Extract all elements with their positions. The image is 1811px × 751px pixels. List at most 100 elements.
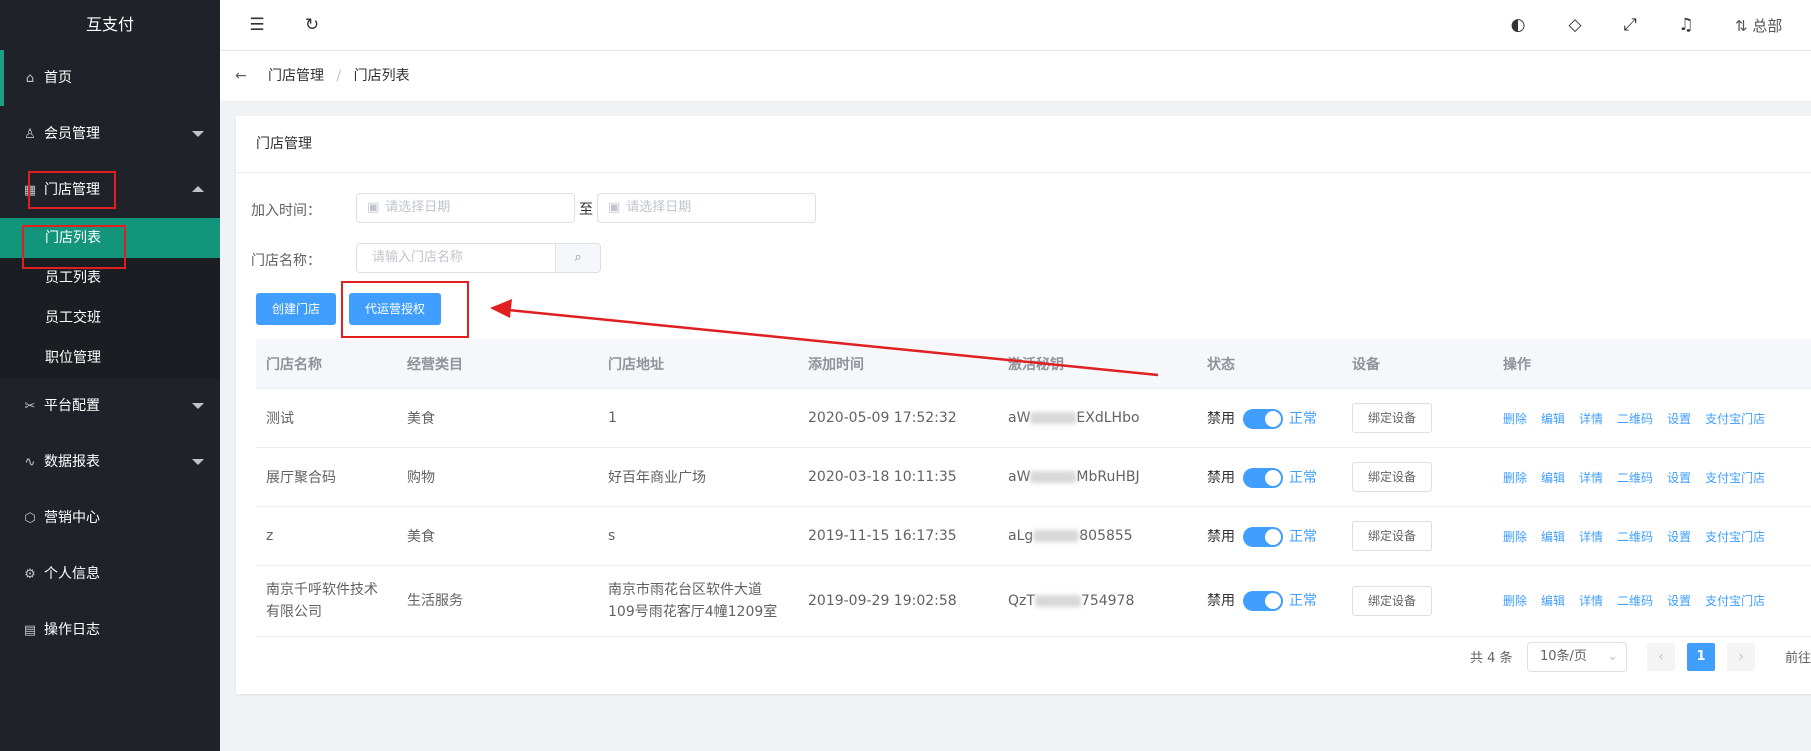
action-link[interactable]: 编辑 — [1541, 594, 1565, 608]
end-date-input[interactable]: ▣ 请选择日期 — [597, 193, 816, 223]
sidebar-item-label: 操作日志 — [44, 622, 100, 638]
store-management-card: 门店管理 加入时间： ▣ 请选择日期 至 ▣ 请选择日期 门店名称： 请输入门店名称… — [236, 116, 1811, 694]
action-link[interactable]: 删除 — [1503, 412, 1527, 426]
col-add-time: 添加时间 — [798, 339, 998, 389]
sidebar-item-label: 首页 — [44, 70, 72, 86]
tag-icon[interactable]: ◇ — [1565, 15, 1585, 35]
search-button[interactable]: ⌕ — [555, 243, 601, 273]
sidebar-item-members[interactable]: ♙ 会员管理 — [0, 106, 220, 162]
bell-icon[interactable]: ♫ — [1676, 15, 1696, 35]
cell-actions: 删除 编辑 详情 二维码 设置 支付宝门店 — [1493, 506, 1811, 566]
cell-add-time: 2019-09-29 19:02:58 — [798, 565, 998, 637]
action-link[interactable]: 二维码 — [1617, 594, 1653, 608]
cell-store-name: 展厅聚合码 — [256, 447, 397, 507]
sidebar-item-label: 平台配置 — [44, 398, 100, 414]
fullscreen-icon[interactable]: ⤢ — [1620, 15, 1640, 35]
store-name-label: 门店名称： — [251, 253, 321, 269]
page-1-button[interactable]: 1 — [1687, 643, 1715, 671]
action-link[interactable]: 设置 — [1667, 594, 1691, 608]
action-link[interactable]: 二维码 — [1617, 471, 1653, 485]
action-link[interactable]: 编辑 — [1541, 471, 1565, 485]
join-time-label: 加入时间： — [251, 203, 321, 219]
bind-device-button[interactable]: 绑定设备 — [1352, 521, 1433, 551]
start-date-input[interactable]: ▣ 请选择日期 — [356, 193, 575, 223]
breadcrumb-current: 门店列表 — [353, 68, 410, 84]
redacted-key — [1033, 530, 1080, 542]
cell-activation-key: QzT 754978 — [998, 565, 1197, 637]
action-link[interactable]: 支付宝门店 — [1705, 412, 1765, 426]
bind-device-button[interactable]: 绑定设备 — [1352, 462, 1433, 492]
action-link[interactable]: 支付宝门店 — [1705, 594, 1765, 608]
next-page-button[interactable]: › — [1727, 643, 1755, 671]
sidebar-item-marketing[interactable]: ⬡ 营销中心 — [0, 490, 220, 546]
action-link[interactable]: 编辑 — [1541, 530, 1565, 544]
sidebar-item-platform[interactable]: ✂ 平台配置 — [0, 378, 220, 434]
cell-category: 购物 — [397, 447, 598, 507]
refresh-icon[interactable]: ↻ — [302, 15, 322, 35]
store-name-input[interactable]: 请输入门店名称 — [356, 243, 556, 273]
highlight-box-store-menu — [28, 171, 116, 209]
user-menu[interactable]: ⇅ 总部 — [1735, 15, 1782, 36]
cell-store-name: 南京千呼软件技术有限公司 — [256, 565, 397, 637]
redacted-key — [1034, 595, 1081, 607]
sidebar-item-label: 营销中心 — [44, 510, 100, 526]
gear-icon: ⚙ — [24, 567, 36, 582]
action-link[interactable]: 详情 — [1579, 471, 1603, 485]
cell-address: 南京市雨花台区软件大道109号雨花客厅4幢1209室 — [598, 565, 798, 637]
prev-page-button[interactable]: ‹ — [1647, 643, 1675, 671]
home-icon: ⌂ — [25, 71, 35, 86]
action-link[interactable]: 支付宝门店 — [1705, 530, 1765, 544]
bind-device-button[interactable]: 绑定设备 — [1352, 403, 1433, 433]
bind-device-button[interactable]: 绑定设备 — [1352, 586, 1433, 616]
action-link[interactable]: 删除 — [1503, 594, 1527, 608]
create-store-button[interactable]: 创建门店 — [256, 293, 336, 325]
col-store-name: 门店名称 — [256, 339, 397, 389]
goto-label: 前往 — [1785, 651, 1811, 666]
page-size-select[interactable]: 10条/页 ⌄ — [1527, 642, 1627, 672]
action-link[interactable]: 二维码 — [1617, 412, 1653, 426]
action-link[interactable]: 编辑 — [1541, 412, 1565, 426]
sidebar-item-logs[interactable]: ▤ 操作日志 — [0, 602, 220, 658]
col-address: 门店地址 — [598, 339, 798, 389]
action-link[interactable]: 删除 — [1503, 471, 1527, 485]
cell-actions: 删除 编辑 详情 二维码 设置 支付宝门店 — [1493, 447, 1811, 507]
table-row: 展厅聚合码 购物 好百年商业广场 2020-03-18 10:11:35 aW MbRuH… — [256, 447, 1811, 507]
status-toggle[interactable] — [1243, 467, 1283, 488]
highlight-box-store-list — [22, 225, 126, 269]
redacted-key — [1030, 471, 1077, 483]
action-link[interactable]: 删除 — [1503, 530, 1527, 544]
sidebar: 互支付 ⌂ 首页 ♙ 会员管理 ▦ 门店管理 门店列表 员工列表 员工交班 职位管理 … — [0, 0, 220, 751]
sidebar-item-profile[interactable]: ⚙ 个人信息 — [0, 546, 220, 602]
table-row: 测试 美食 1 2020-05-09 17:52:32 aW EXdLHbo 禁用 正常 绑定设… — [256, 388, 1811, 448]
status-toggle[interactable] — [1243, 591, 1283, 611]
action-link[interactable]: 支付宝门店 — [1705, 471, 1765, 485]
store-table: 门店名称 经营类目 门店地址 添加时间 激活秘钥 状态 设备 操作 测试 美食 1 2… — [256, 339, 1811, 637]
cell-activation-key: aW EXdLHbo — [998, 388, 1197, 448]
action-link[interactable]: 设置 — [1667, 530, 1691, 544]
sidebar-subitem-positions[interactable]: 职位管理 — [0, 338, 220, 378]
sidebar-item-home[interactable]: ⌂ 首页 — [0, 50, 220, 106]
chart-icon: ∿ — [24, 455, 36, 470]
redacted-key — [1030, 412, 1077, 424]
back-arrow-icon[interactable]: ← — [235, 51, 247, 101]
table-row: 南京千呼软件技术有限公司 生活服务 南京市雨花台区软件大道109号雨花客厅4幢120… — [256, 565, 1811, 637]
action-link[interactable]: 详情 — [1579, 594, 1603, 608]
user-name: 总部 — [1752, 17, 1783, 35]
palette-icon[interactable]: ◐ — [1508, 15, 1528, 35]
action-link[interactable]: 详情 — [1579, 412, 1603, 426]
action-link[interactable]: 详情 — [1579, 530, 1603, 544]
status-toggle[interactable] — [1243, 526, 1283, 547]
sidebar-subitem-shift[interactable]: 员工交班 — [0, 298, 220, 338]
menu-fold-icon[interactable]: ☰ — [247, 15, 267, 35]
sidebar-item-reports[interactable]: ∿ 数据报表 — [0, 434, 220, 490]
config-icon: ✂ — [24, 399, 36, 414]
cell-store-name: 测试 — [256, 388, 397, 448]
action-link[interactable]: 设置 — [1667, 412, 1691, 426]
breadcrumb-parent[interactable]: 门店管理 — [268, 68, 324, 84]
action-link[interactable]: 二维码 — [1617, 530, 1653, 544]
action-link[interactable]: 设置 — [1667, 471, 1691, 485]
cell-store-name: z — [256, 506, 397, 566]
cell-device: 绑定设备 — [1342, 388, 1493, 448]
status-toggle[interactable] — [1243, 408, 1283, 429]
cell-status: 禁用 正常 — [1197, 565, 1342, 637]
